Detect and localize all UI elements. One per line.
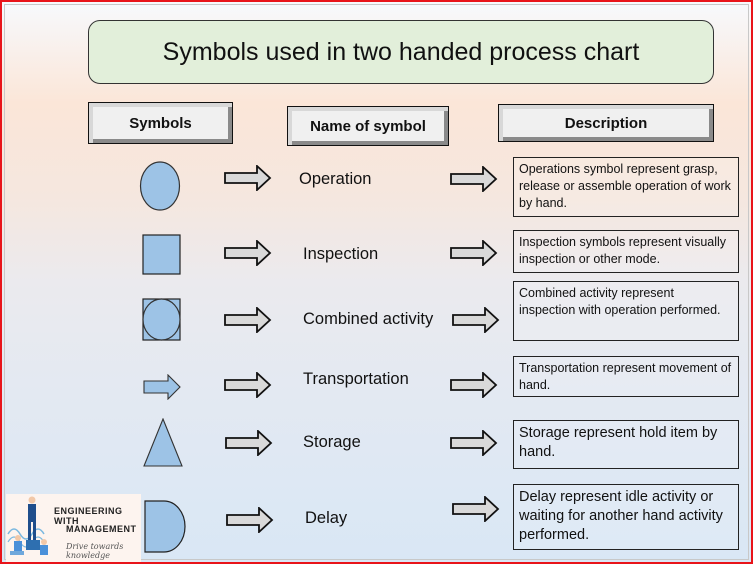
symbol-description: Operations symbol represent grasp, relea… bbox=[513, 157, 739, 217]
symbol-name: Delay bbox=[305, 509, 348, 527]
arrow-right-icon bbox=[224, 165, 272, 191]
arrow-right-icon bbox=[224, 372, 272, 398]
diagram-frame: Symbols used in two handed process chart… bbox=[0, 0, 753, 564]
arrow-right-icon bbox=[452, 496, 500, 522]
arrow-right-icon bbox=[225, 430, 273, 456]
title-box: Symbols used in two handed process chart bbox=[88, 20, 714, 84]
arrow-right-icon bbox=[226, 507, 274, 533]
header-symbols-label: Symbols bbox=[129, 114, 192, 132]
arrow-right-icon bbox=[224, 240, 272, 266]
arrow-right-icon bbox=[450, 430, 498, 456]
symbol-name: Transportation bbox=[303, 370, 409, 388]
logo-line1: ENGINEERING WITH bbox=[54, 506, 123, 526]
logo-tagline: Drive towards knowledge bbox=[66, 542, 124, 560]
transportation-arrow-icon bbox=[143, 374, 181, 400]
header-name-label: Name of symbol bbox=[310, 117, 426, 135]
header-description-label: Description bbox=[564, 114, 648, 132]
symbol-name: Inspection bbox=[303, 245, 379, 263]
operation-circle-icon bbox=[139, 161, 181, 211]
symbol-description: Combined activity represent inspection w… bbox=[513, 281, 739, 341]
header-description: Description bbox=[498, 104, 714, 142]
symbol-description: Delay represent idle activity or waiting… bbox=[513, 484, 739, 550]
symbol-description: Transportation represent movement of han… bbox=[513, 356, 739, 397]
logo-line2: MANAGEMENT bbox=[66, 524, 137, 534]
delay-d-shape-icon bbox=[144, 500, 186, 553]
inspection-square-icon bbox=[142, 234, 181, 275]
symbol-description: Storage represent hold item by hand. bbox=[513, 420, 739, 469]
symbol-name: Combined activity bbox=[303, 310, 434, 328]
storage-triangle-icon bbox=[143, 418, 183, 467]
symbol-name: Storage bbox=[303, 433, 361, 451]
header-name-of-symbol: Name of symbol bbox=[287, 106, 449, 146]
brand-logo: ENGINEERING WITH MANAGEMENT Drive toward… bbox=[6, 494, 141, 562]
diagram-title: Symbols used in two handed process chart bbox=[162, 37, 640, 66]
arrow-right-icon bbox=[224, 307, 272, 333]
engineers-illustration-icon bbox=[7, 496, 48, 555]
symbol-name: Operation bbox=[299, 170, 372, 188]
header-symbols: Symbols bbox=[88, 102, 233, 144]
combined-activity-icon bbox=[142, 298, 181, 341]
symbol-description: Inspection symbols represent visually in… bbox=[513, 230, 739, 273]
arrow-right-icon bbox=[450, 240, 498, 266]
arrow-right-icon bbox=[452, 307, 500, 333]
arrow-right-icon bbox=[450, 372, 498, 398]
arrow-right-icon bbox=[450, 166, 498, 192]
